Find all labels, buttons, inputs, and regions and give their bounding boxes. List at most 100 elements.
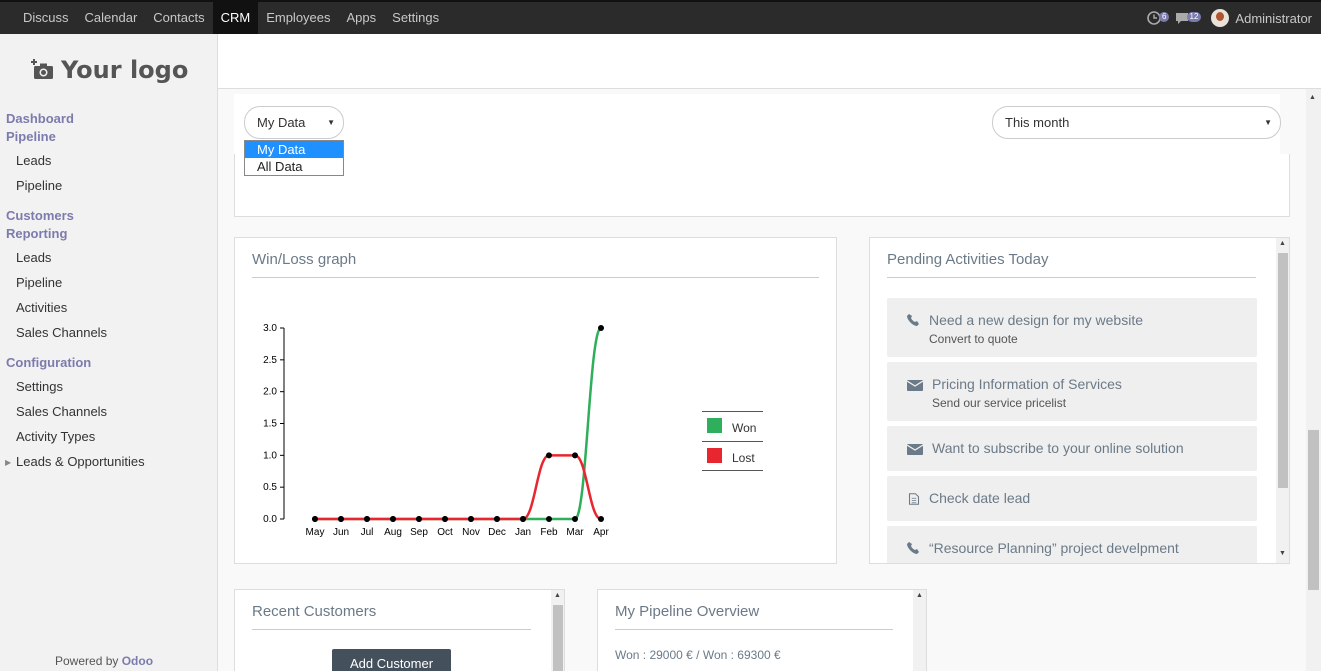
sidebar-item-report-activities[interactable]: Activities	[16, 300, 67, 315]
sidebar-customers[interactable]: Customers	[6, 208, 74, 223]
sidebar-item-report-leads[interactable]: Leads	[16, 250, 51, 265]
x-tick-label: Nov	[462, 527, 480, 538]
recent-customers-card: Recent Customers Add Customer ▲	[234, 589, 565, 671]
document-icon	[908, 493, 920, 505]
sidebar-item-report-sales-channels[interactable]: Sales Channels	[16, 325, 107, 340]
pipeline-overview-card: My Pipeline Overview Won : 29000 € / Won…	[597, 589, 927, 671]
company-logo[interactable]: Your logo	[31, 56, 188, 84]
period-select[interactable]: This month ▼	[992, 106, 1281, 139]
x-tick-label: Jun	[333, 527, 349, 538]
option-all-data[interactable]: All Data	[245, 158, 343, 175]
activity-item[interactable]: Check date lead	[887, 476, 1257, 521]
customers-scroll-thumb[interactable]	[553, 605, 563, 671]
scroll-up-icon[interactable]: ▲	[916, 592, 923, 599]
y-tick-label: 2.0	[263, 387, 277, 398]
top-navbar: Discuss Calendar Contacts CRM Employees …	[0, 0, 1321, 34]
legend-swatch-won	[707, 418, 722, 433]
pipeline-scrollbar[interactable]	[913, 590, 926, 671]
x-tick-label: Feb	[540, 527, 558, 538]
app-menu: Discuss Calendar Contacts CRM Employees …	[15, 2, 447, 34]
activity-item[interactable]: “Resource Planning” project develpment	[887, 526, 1257, 563]
sidebar-item-leads-opportunities[interactable]: Leads & Opportunities	[16, 454, 145, 469]
y-tick-label: 3.0	[263, 323, 277, 334]
y-tick-label: 1.0	[263, 450, 277, 461]
data-point-lost	[520, 516, 526, 522]
x-tick-label: Mar	[566, 527, 584, 538]
menu-crm[interactable]: CRM	[212, 2, 259, 34]
sidebar: Your logo Dashboard Pipeline Leads Pipel…	[0, 34, 218, 671]
scroll-up-icon[interactable]: ▲	[1279, 240, 1286, 247]
chevron-down-icon: ▼	[1264, 118, 1272, 127]
activity-badge: 6	[1158, 12, 1170, 22]
chevron-down-icon: ▼	[327, 118, 335, 127]
menu-contacts[interactable]: Contacts	[145, 2, 212, 34]
x-tick-label: Apr	[593, 527, 609, 538]
data-point-lost	[546, 452, 552, 459]
data-scope-select[interactable]: My Data ▼	[244, 106, 344, 139]
odoo-link[interactable]: Odoo	[122, 654, 153, 668]
data-point-lost	[338, 516, 344, 522]
data-point-lost	[572, 452, 578, 459]
sidebar-reporting-head[interactable]: Reporting	[6, 226, 67, 241]
activity-item[interactable]: Pricing Information of Services Send our…	[887, 362, 1257, 421]
menu-calendar[interactable]: Calendar	[77, 2, 146, 34]
sidebar-configuration-head[interactable]: Configuration	[6, 355, 91, 370]
data-point-lost	[416, 516, 422, 522]
sidebar-item-settings[interactable]: Settings	[16, 379, 63, 394]
chart-legend: Won Lost	[702, 411, 763, 471]
x-tick-label: Sep	[410, 527, 428, 538]
x-tick-label: Dec	[488, 527, 506, 538]
sidebar-item-leads[interactable]: Leads	[16, 153, 51, 168]
menu-apps[interactable]: Apps	[339, 2, 385, 34]
sidebar-item-activity-types[interactable]: Activity Types	[16, 429, 95, 444]
sidebar-item-sales-channels[interactable]: Sales Channels	[16, 404, 107, 419]
sidebar-pipeline-head[interactable]: Pipeline	[6, 129, 56, 144]
option-my-data[interactable]: My Data	[245, 141, 343, 158]
data-point-lost	[468, 516, 474, 522]
data-point-lost	[312, 516, 318, 522]
data-point-lost	[364, 516, 370, 522]
envelope-icon	[907, 380, 923, 391]
activities-scroll-thumb[interactable]	[1278, 253, 1288, 488]
legend-lost[interactable]: Lost	[702, 441, 763, 471]
scroll-up-icon[interactable]: ▲	[554, 592, 561, 599]
camera-plus-icon	[31, 59, 53, 79]
series-line-lost	[315, 454, 602, 521]
x-tick-label: May	[306, 527, 325, 538]
legend-swatch-lost	[707, 448, 722, 463]
scroll-down-icon[interactable]: ▼	[1279, 550, 1286, 557]
pipeline-summary: Won : 29000 € / Won : 69300 €	[615, 648, 781, 662]
sidebar-item-pipeline[interactable]: Pipeline	[16, 178, 62, 193]
user-name[interactable]: Administrator	[1235, 11, 1312, 26]
y-tick-label: 2.5	[263, 355, 277, 366]
sidebar-item-report-pipeline[interactable]: Pipeline	[16, 275, 62, 290]
page-scroll-thumb[interactable]	[1308, 430, 1319, 590]
user-avatar[interactable]	[1211, 9, 1230, 27]
phone-icon	[907, 314, 919, 326]
sidebar-dashboard[interactable]: Dashboard	[6, 111, 74, 126]
caret-right-icon[interactable]: ▶	[5, 458, 11, 467]
activity-item[interactable]: Want to subscribe to your online solutio…	[887, 426, 1257, 471]
menu-settings[interactable]: Settings	[384, 2, 447, 34]
x-tick-label: Jul	[361, 527, 374, 538]
activity-item[interactable]: Need a new design for my website Convert…	[887, 298, 1257, 357]
pending-activities-card: Pending Activities Today Need a new desi…	[869, 237, 1290, 564]
logo-text: Your logo	[61, 56, 189, 84]
summary-card	[234, 154, 1290, 217]
data-point-won	[598, 325, 604, 331]
legend-won[interactable]: Won	[702, 411, 763, 441]
winloss-card: Win/Loss graph 0.0 0.5 1.0 1.5 2.0 2.5 3.0 May J…	[234, 237, 837, 564]
series-line-won	[315, 326, 603, 521]
menu-employees[interactable]: Employees	[258, 2, 338, 34]
scroll-up-icon[interactable]: ▲	[1309, 94, 1316, 101]
data-point-lost	[598, 516, 604, 522]
data-point-won	[572, 516, 578, 522]
add-customer-button[interactable]: Add Customer	[332, 649, 451, 671]
messages-icon[interactable]: 12	[1175, 10, 1202, 26]
pending-activities-title: Pending Activities Today	[887, 251, 1256, 278]
data-scope-options: My Data All Data	[244, 140, 344, 176]
powered-by: Powered by Odoo	[55, 654, 154, 668]
menu-discuss[interactable]: Discuss	[15, 2, 77, 34]
activity-clock-icon[interactable]: 6	[1147, 10, 1170, 26]
control-panel	[218, 34, 1321, 89]
